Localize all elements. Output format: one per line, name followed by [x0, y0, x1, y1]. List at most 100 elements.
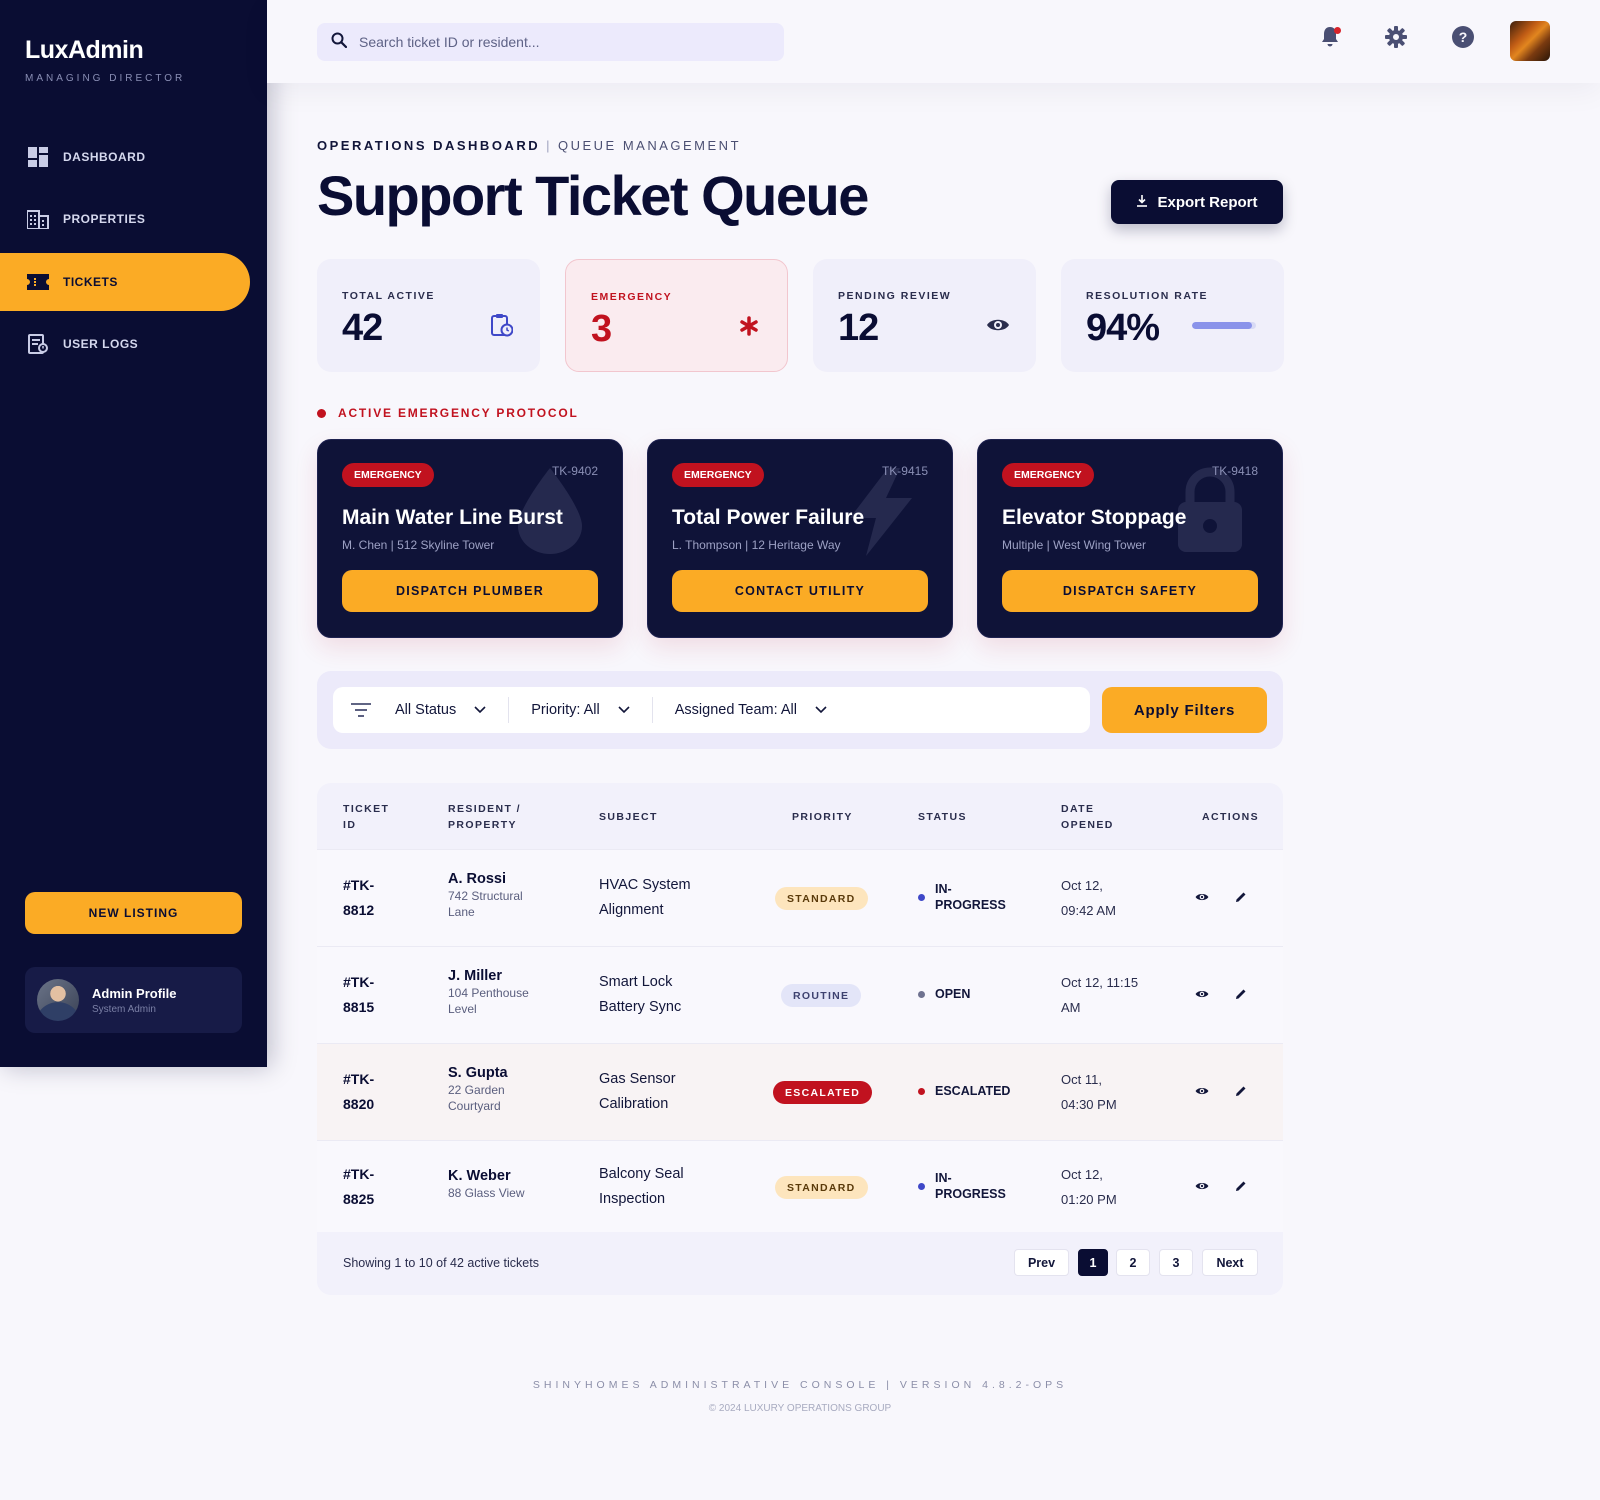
edit-button[interactable]	[1231, 984, 1251, 1004]
column-actions: ACTIONS	[1202, 811, 1260, 823]
new-listing-button[interactable]: NEW LISTING	[25, 892, 242, 934]
status-filter-select[interactable]: All Status	[395, 697, 510, 723]
notification-dot	[1334, 27, 1341, 34]
help-button[interactable]: ?	[1448, 24, 1478, 54]
view-button[interactable]	[1192, 1176, 1212, 1196]
profile-role: System Admin	[92, 1003, 156, 1015]
contact-utility-button[interactable]: CONTACT UTILITY	[672, 570, 928, 612]
ticket-table: TICKET ID RESIDENT / PROPERTY SUBJECT PRIO…	[317, 783, 1283, 1295]
pencil-icon	[1236, 892, 1246, 902]
table-row[interactable]: #TK- 8812 A. Rossi 742 Structural Lane HVA…	[317, 849, 1283, 946]
view-button[interactable]	[1192, 887, 1212, 907]
pencil-icon	[1236, 1086, 1246, 1096]
settings-button[interactable]	[1381, 24, 1411, 54]
table-footer: Showing 1 to 10 of 42 active tickets Pre…	[317, 1232, 1283, 1295]
resident-cell: A. Rossi 742 Structural Lane	[448, 871, 548, 920]
emergency-subtitle: Multiple | West Wing Tower	[1002, 538, 1147, 552]
resident-cell: S. Gupta 22 Garden Courtyard	[448, 1065, 548, 1114]
sidebar-item-properties[interactable]: PROPERTIES	[0, 190, 250, 248]
property-name: 742 Structural Lane	[448, 889, 523, 919]
resident-name: K. Weber	[448, 1168, 511, 1184]
sidebar-item-dashboard[interactable]: DASHBOARD	[0, 128, 250, 186]
stat-resolution-rate: RESOLUTION RATE 94%	[1061, 259, 1284, 372]
user-avatar[interactable]	[1510, 21, 1550, 61]
table-row[interactable]: #TK- 8825 K. Weber 88 Glass View Balcony …	[317, 1140, 1283, 1232]
priority-filter-select[interactable]: Priority: All	[531, 697, 653, 723]
resident-name: S. Gupta	[448, 1065, 508, 1081]
column-ticket-id: TICKET ID	[343, 803, 390, 831]
sidebar-item-tickets[interactable]: TICKETS	[0, 253, 250, 311]
edit-button[interactable]	[1231, 887, 1251, 907]
page-title: Support Ticket Queue	[317, 164, 869, 227]
stat-value: 12	[838, 307, 879, 349]
emergency-subtitle: L. Thompson | 12 Heritage Way	[672, 538, 841, 552]
clipboard-clock-icon	[488, 311, 516, 339]
search-input[interactable]	[359, 34, 759, 50]
view-button[interactable]	[1192, 1081, 1212, 1101]
filter-icon	[351, 703, 371, 717]
next-page-button[interactable]: Next	[1202, 1249, 1258, 1276]
table-row[interactable]: #TK- 8820 S. Gupta 22 Garden Courtyard Gas…	[317, 1043, 1283, 1140]
view-button[interactable]	[1192, 984, 1212, 1004]
eye-icon	[1195, 990, 1209, 998]
search-bar	[317, 23, 784, 61]
sidebar-item-label: DASHBOARD	[63, 150, 146, 164]
gear-icon	[1384, 25, 1408, 54]
sidebar-item-label: USER LOGS	[63, 337, 139, 351]
priority-badge: STANDARD	[775, 1176, 868, 1199]
page-1-button[interactable]: 1	[1078, 1249, 1108, 1276]
resident-cell: J. Miller 104 Penthouse Level	[448, 968, 548, 1017]
page-2-button[interactable]: 2	[1116, 1249, 1150, 1276]
brand-name: LuxAdmin	[25, 36, 144, 64]
building-icon	[27, 208, 49, 230]
priority-badge: STANDARD	[775, 887, 868, 910]
column-date-opened: DATE OPENED	[1061, 803, 1114, 831]
stat-label: RESOLUTION RATE	[1086, 290, 1209, 302]
filter-group: All Status Priority: All Assigned Team: …	[333, 687, 1090, 733]
prev-page-button[interactable]: Prev	[1014, 1249, 1069, 1276]
export-label: Export Report	[1157, 193, 1258, 211]
notifications-button[interactable]	[1315, 24, 1345, 54]
breadcrumb-separator: |	[546, 138, 552, 153]
stat-value: 3	[591, 308, 612, 350]
subject: Smart Lock Battery Sync	[599, 974, 682, 1015]
ticket-id: TK-9418	[1211, 464, 1258, 478]
ticket-id: #TK- 8825	[343, 1166, 375, 1207]
dispatch-plumber-button[interactable]: DISPATCH PLUMBER	[342, 570, 598, 612]
status-dot	[918, 1182, 925, 1190]
stat-value: 42	[342, 307, 383, 349]
pencil-icon	[1236, 989, 1246, 999]
date-opened: Oct 12, 11:15 AM	[1061, 975, 1139, 1015]
subject: HVAC System Alignment	[599, 877, 691, 918]
dispatch-safety-button[interactable]: DISPATCH SAFETY	[1002, 570, 1258, 612]
resolution-progress-fill	[1192, 322, 1253, 329]
page-3-button[interactable]: 3	[1159, 1249, 1193, 1276]
emergency-title: Elevator Stoppage	[1002, 506, 1187, 529]
export-report-button[interactable]: Export Report	[1111, 180, 1283, 224]
priority-badge: ROUTINE	[781, 984, 862, 1007]
status-badge: IN- PROGRESS	[918, 1170, 1028, 1202]
edit-button[interactable]	[1231, 1081, 1251, 1101]
apply-filters-button[interactable]: Apply Filters	[1102, 687, 1267, 733]
emergency-badge: EMERGENCY	[342, 463, 434, 487]
stat-value: 94%	[1086, 307, 1160, 349]
chevron-down-icon	[618, 706, 630, 714]
pencil-icon	[1236, 1181, 1246, 1191]
sidebar-item-user-logs[interactable]: USER LOGS	[0, 315, 250, 373]
ticket-id: TK-9402	[551, 464, 598, 478]
resident-name: A. Rossi	[448, 871, 507, 887]
table-row[interactable]: #TK- 8815 J. Miller 104 Penthouse Level Sm…	[317, 946, 1283, 1043]
ticket-id: #TK- 8820	[343, 1071, 375, 1112]
emergency-subtitle: M. Chen | 512 Skyline Tower	[342, 538, 495, 552]
footer-console-label: SHINYHOMES ADMINISTRATIVE CONSOLE | VERS…	[532, 1379, 1068, 1391]
emergency-protocol-heading: ACTIVE EMERGENCY PROTOCOL	[317, 406, 579, 420]
sidebar-item-label: PROPERTIES	[63, 212, 146, 226]
ticket-icon	[27, 271, 49, 293]
edit-button[interactable]	[1231, 1176, 1251, 1196]
status-badge: IN- PROGRESS	[918, 881, 1028, 913]
emergency-card: EMERGENCY TK-9415 Total Power Failure L.…	[647, 439, 953, 638]
breadcrumb-primary: OPERATIONS DASHBOARD	[317, 138, 541, 153]
team-filter-select[interactable]: Assigned Team: All	[675, 697, 849, 723]
admin-profile-card[interactable]: Admin Profile System Admin	[25, 967, 242, 1033]
user-logs-icon	[27, 333, 49, 355]
